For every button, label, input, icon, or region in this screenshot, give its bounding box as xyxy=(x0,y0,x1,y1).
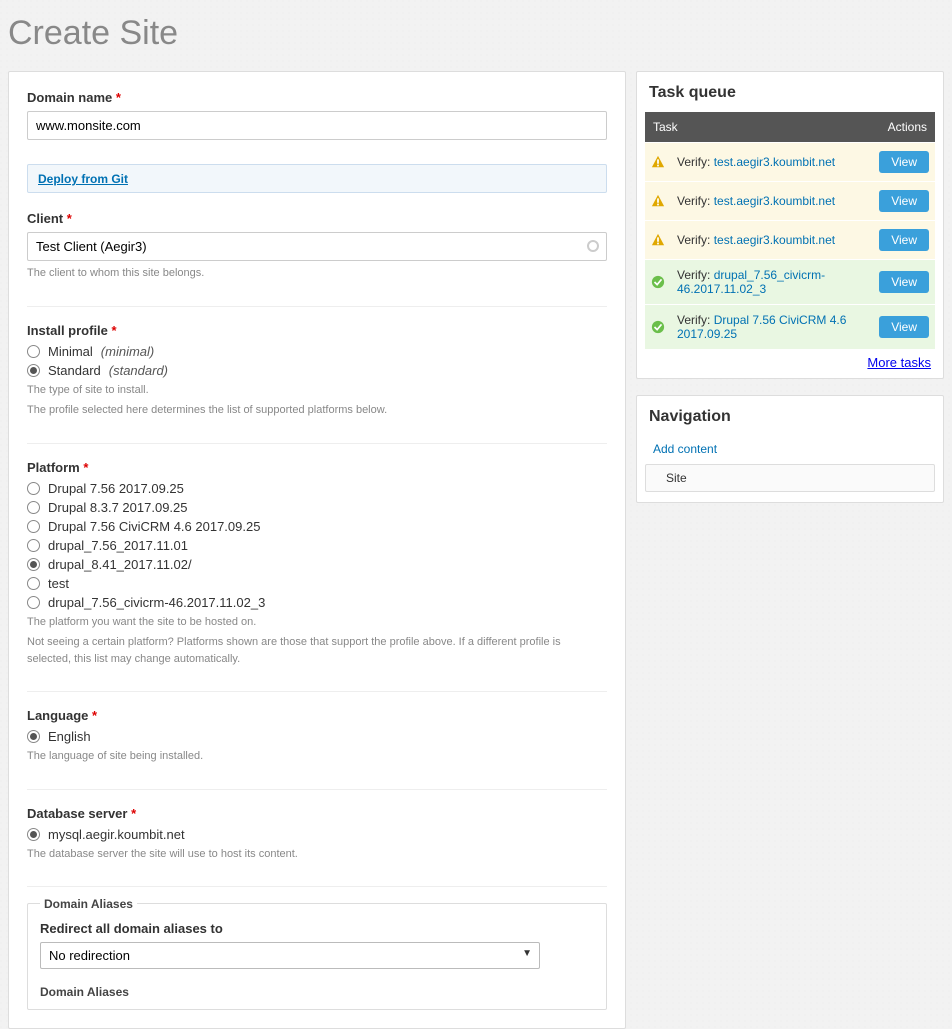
task-link[interactable]: test.aegir3.koumbit.net xyxy=(714,155,835,169)
task-row: Verify: test.aegir3.koumbit.net View xyxy=(645,143,935,182)
radio-icon[interactable] xyxy=(27,730,40,743)
task-queue-block: Task queue Task Actions Verify: test.aeg… xyxy=(636,71,944,379)
radio-icon[interactable] xyxy=(27,345,40,358)
more-tasks-link[interactable]: More tasks xyxy=(867,355,931,370)
radio-icon[interactable] xyxy=(27,364,40,377)
database-server-desc: The database server the site will use to… xyxy=(27,846,607,863)
install-profile-option[interactable]: Minimal (minimal) xyxy=(27,344,607,359)
language-option[interactable]: English xyxy=(27,729,607,744)
warning-icon xyxy=(651,194,665,208)
platform-option[interactable]: drupal_7.56_2017.11.01 xyxy=(27,538,607,553)
platform-desc2: Not seeing a certain platform? Platforms… xyxy=(27,634,607,667)
check-circle-icon xyxy=(651,320,665,334)
database-server-wrap: Database server * mysql.aegir.koumbit.ne… xyxy=(27,806,607,873)
platform-wrap: Platform * Drupal 7.56 2017.09.25 Drupal… xyxy=(27,460,607,678)
task-prefix: Verify: xyxy=(677,194,714,208)
radio-icon[interactable] xyxy=(27,482,40,495)
deploy-from-git-fieldset[interactable]: Deploy from Git xyxy=(27,164,607,193)
client-description: The client to whom this site belongs. xyxy=(27,265,607,282)
page-title: Create Site xyxy=(0,0,952,71)
platform-desc1: The platform you want the site to be hos… xyxy=(27,614,607,631)
platform-option[interactable]: test xyxy=(27,576,607,591)
task-row: Verify: test.aegir3.koumbit.net View xyxy=(645,221,935,260)
navigation-block: Navigation Add content Site xyxy=(636,395,944,503)
language-label: Language * xyxy=(27,708,607,723)
deploy-from-git-toggle[interactable]: Deploy from Git xyxy=(38,172,128,186)
task-row: Verify: drupal_7.56_civicrm-46.2017.11.0… xyxy=(645,260,935,305)
radio-icon[interactable] xyxy=(27,520,40,533)
task-row: Verify: Drupal 7.56 CiviCRM 4.6 2017.09.… xyxy=(645,305,935,350)
platform-option[interactable]: drupal_7.56_civicrm-46.2017.11.02_3 xyxy=(27,595,607,610)
platform-option[interactable]: Drupal 7.56 CiviCRM 4.6 2017.09.25 xyxy=(27,519,607,534)
database-server-option[interactable]: mysql.aegir.koumbit.net xyxy=(27,827,607,842)
install-profile-wrap: Install profile * Minimal (minimal) Stan… xyxy=(27,323,607,429)
platform-label: Platform * xyxy=(27,460,607,475)
radio-icon[interactable] xyxy=(27,558,40,571)
platform-option[interactable]: Drupal 7.56 2017.09.25 xyxy=(27,481,607,496)
radio-icon[interactable] xyxy=(27,596,40,609)
domain-name-field-wrap: Domain name * xyxy=(27,90,607,150)
domain-aliases-legend: Domain Aliases xyxy=(40,897,137,911)
check-circle-icon xyxy=(651,275,665,289)
task-queue-table: Task Actions Verify: test.aegir3.koumbit… xyxy=(645,112,935,349)
view-button[interactable]: View xyxy=(879,316,929,338)
platform-option[interactable]: Drupal 8.3.7 2017.09.25 xyxy=(27,500,607,515)
task-link[interactable]: test.aegir3.koumbit.net xyxy=(714,194,835,208)
task-row: Verify: test.aegir3.koumbit.net View xyxy=(645,182,935,221)
view-button[interactable]: View xyxy=(879,229,929,251)
nav-add-content[interactable]: Add content xyxy=(645,436,935,462)
radio-icon[interactable] xyxy=(27,828,40,841)
client-label: Client * xyxy=(27,211,607,226)
task-prefix: Verify: xyxy=(677,155,714,169)
create-site-form: Domain name * Deploy from Git Client * T… xyxy=(8,71,626,1029)
domain-aliases-sub-legend: Domain Aliases xyxy=(40,985,594,999)
view-button[interactable]: View xyxy=(879,271,929,293)
task-queue-title: Task queue xyxy=(637,84,943,112)
navigation-title: Navigation xyxy=(637,408,943,436)
autocomplete-throbber-icon xyxy=(587,240,599,252)
radio-icon[interactable] xyxy=(27,539,40,552)
domain-aliases-fieldset: Domain Aliases Redirect all domain alias… xyxy=(27,903,607,1010)
install-profile-desc1: The type of site to install. xyxy=(27,382,607,399)
task-prefix: Verify: xyxy=(677,313,714,327)
view-button[interactable]: View xyxy=(879,151,929,173)
task-queue-th-actions: Actions xyxy=(873,112,935,143)
database-server-label: Database server * xyxy=(27,806,607,821)
client-input[interactable] xyxy=(27,232,607,261)
redirect-select[interactable]: No redirection xyxy=(40,942,540,969)
domain-name-label: Domain name * xyxy=(27,90,607,105)
platform-option[interactable]: drupal_8.41_2017.11.02/ xyxy=(27,557,607,572)
language-wrap: Language * English The language of site … xyxy=(27,708,607,775)
task-link[interactable]: test.aegir3.koumbit.net xyxy=(714,233,835,247)
radio-icon[interactable] xyxy=(27,501,40,514)
client-field-wrap: Client * The client to whom this site be… xyxy=(27,211,607,292)
radio-icon[interactable] xyxy=(27,577,40,590)
nav-site[interactable]: Site xyxy=(645,464,935,492)
warning-icon xyxy=(651,155,665,169)
view-button[interactable]: View xyxy=(879,190,929,212)
install-profile-desc2: The profile selected here determines the… xyxy=(27,402,607,419)
redirect-label: Redirect all domain aliases to xyxy=(40,921,594,936)
install-profile-option[interactable]: Standard (standard) xyxy=(27,363,607,378)
warning-icon xyxy=(651,233,665,247)
install-profile-label: Install profile * xyxy=(27,323,607,338)
language-desc: The language of site being installed. xyxy=(27,748,607,765)
domain-name-input[interactable] xyxy=(27,111,607,140)
task-prefix: Verify: xyxy=(677,233,714,247)
task-prefix: Verify: xyxy=(677,268,714,282)
task-queue-th-task: Task xyxy=(645,112,873,143)
